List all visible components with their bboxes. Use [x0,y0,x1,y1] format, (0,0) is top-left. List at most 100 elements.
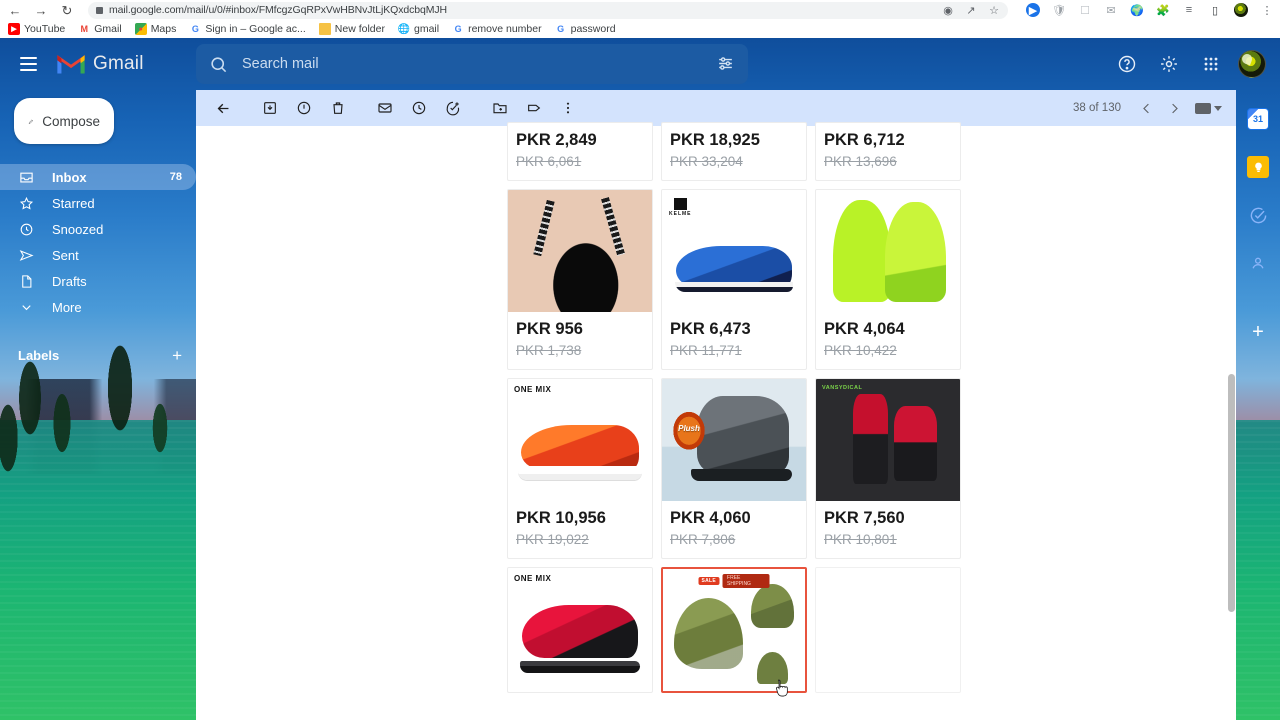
bookmark-label: remove number [468,23,542,35]
product-card[interactable]: ONE MIX [507,567,653,693]
bookmark-item[interactable]: G Sign in – Google ac... [189,23,306,35]
product-card[interactable]: PKR 6,712 PKR 13,696 [815,122,961,181]
mark-unread-icon[interactable] [368,91,402,125]
product-card[interactable]: PKR 18,925 PKR 33,204 [661,122,807,181]
label-tag-icon[interactable] [517,91,551,125]
product-card[interactable]: PKR 2,849 PKR 6,061 [507,122,653,181]
screenshot-icon[interactable]: ☐ [1078,3,1092,17]
product-card-empty[interactable] [815,567,961,693]
bookmark-item[interactable]: ● Maps [134,23,177,35]
compose-button[interactable]: Compose [14,98,114,144]
move-to-folder-icon[interactable] [483,91,517,125]
gmail-logo[interactable]: Gmail [56,53,144,75]
product-row: PKR 956 PKR 1,738 KELME PKR 6,473 PKR 11… [507,189,962,370]
bookmark-item[interactable]: G remove number [452,23,542,35]
product-card[interactable]: PKR 956 PKR 1,738 [507,189,653,370]
sidebar-item-drafts[interactable]: Drafts [0,268,196,294]
chevron-right-icon[interactable] [1161,95,1187,121]
reload-icon[interactable]: ↻ [58,1,76,19]
back-arrow-icon[interactable] [206,91,240,125]
bookmark-item[interactable]: ▶ YouTube [8,23,65,35]
sidebar-item-starred[interactable]: Starred [0,190,196,216]
product-original-price: PKR 19,022 [516,532,589,547]
bookmark-item[interactable]: G password [555,23,615,35]
tasks-check-icon[interactable] [1247,204,1269,226]
product-price: PKR 18,925 [670,131,760,149]
reading-list-icon[interactable]: ≡ [1182,3,1196,17]
bookmark-item[interactable]: M Gmail [78,23,122,35]
globe-icon[interactable]: 🌍 [1130,3,1144,17]
kebab-menu-icon[interactable]: ⋮ [1260,3,1274,17]
search-bar[interactable] [196,44,748,84]
product-card[interactable]: Plush PKR 4,060 PKR 7,806 [661,378,807,559]
draft-icon [18,273,34,289]
paw-print-icon [673,198,687,210]
gmail-brand-text: Gmail [93,53,144,74]
help-circle-icon[interactable] [1112,49,1142,79]
email-content: PKR 2,849 PKR 6,061 PKR 18,925 PKR 33,20… [196,122,1236,720]
plus-icon[interactable]: + [1252,322,1264,342]
promo-banner: SALE FREE SHIPPING [698,574,770,588]
gear-icon[interactable] [1154,49,1184,79]
product-card[interactable]: PKR 4,064 PKR 10,422 [815,189,961,370]
product-card[interactable]: VANSYDICAL PKR 7,560 PKR 10,801 [815,378,961,559]
reading-pane-scrollbar[interactable] [1227,126,1236,720]
add-to-tasks-icon[interactable] [436,91,470,125]
side-panel-icon[interactable]: ▯ [1208,3,1222,17]
search-icon[interactable] [208,54,228,74]
product-card-highlighted[interactable]: SALE FREE SHIPPING [661,567,807,693]
forward-arrow-icon[interactable]: → [32,1,50,19]
shield-icon[interactable]: 🛡 [1052,3,1066,17]
gmail-app: Gmail Search mail Compose Inbox 78 Starr… [0,38,1280,720]
back-arrow-icon[interactable]: ← [6,1,24,19]
contacts-icon[interactable] [1247,252,1269,274]
report-spam-icon[interactable] [287,91,321,125]
scrollbar-thumb[interactable] [1228,374,1235,612]
sidebar-item-more[interactable]: More [0,294,196,320]
product-original-price: PKR 7,806 [670,532,736,547]
hamburger-menu-icon[interactable] [10,46,46,82]
snooze-clock-icon[interactable] [402,91,436,125]
keyboard-shortcut-icon[interactable] [1195,102,1222,114]
product-card[interactable]: ONE MIX PKR 10,956 PKR 19,022 [507,378,653,559]
plus-icon[interactable]: + [172,347,182,364]
apps-grid-icon[interactable] [1196,49,1226,79]
gmail-m-logo-icon [57,55,85,74]
promo-badge-sale: SALE [698,577,720,585]
product-price: PKR 10,956 [516,509,606,527]
plush-badge-label: Plush [678,423,700,433]
goalkeeper-gloves-image [816,190,960,312]
calendar-31-icon[interactable]: 31 [1247,108,1269,130]
search-options-icon[interactable] [716,54,736,74]
chevron-left-icon[interactable] [1133,95,1159,121]
sidebar-item-snoozed[interactable]: Snoozed [0,216,196,242]
translate-icon[interactable]: ◉ [942,4,954,17]
extension-blue-icon[interactable]: ▶ [1026,3,1040,17]
mail-extension-icon[interactable]: ✉ [1104,3,1118,17]
keep-lightbulb-icon[interactable] [1247,156,1269,178]
product-image: ONE MIX [508,568,652,690]
product-card[interactable]: KELME PKR 6,473 PKR 11,771 [661,189,807,370]
account-avatar[interactable] [1238,50,1266,78]
address-bar[interactable]: mail.google.com/mail/u/0/#inbox/FMfcgzGq… [88,1,1008,19]
sidebar-item-label: Inbox [52,169,87,185]
trash-icon[interactable] [321,91,355,125]
profile-avatar-icon[interactable] [1234,3,1248,17]
archive-icon[interactable] [253,91,287,125]
puzzle-icon[interactable]: 🧩 [1156,3,1170,17]
inbox-unread-count: 78 [169,171,182,183]
product-image: SALE FREE SHIPPING [663,569,805,691]
bookmark-label: gmail [413,23,440,35]
search-input[interactable] [242,56,702,72]
site-info-icon[interactable] [96,6,103,14]
plush-badge: Plush [668,405,710,451]
sidebar-item-sent[interactable]: Sent [0,242,196,268]
share-icon[interactable]: ↗ [965,4,977,17]
bookmark-label: Maps [150,23,177,35]
more-vertical-icon[interactable] [551,91,585,125]
labels-title: Labels [18,347,60,363]
bookmark-item[interactable]: New folder [318,23,385,35]
sidebar-item-inbox[interactable]: Inbox 78 [0,164,196,190]
bookmark-item[interactable]: 🌐 gmail [398,23,439,35]
bookmark-star-icon[interactable]: ☆ [988,4,1000,17]
